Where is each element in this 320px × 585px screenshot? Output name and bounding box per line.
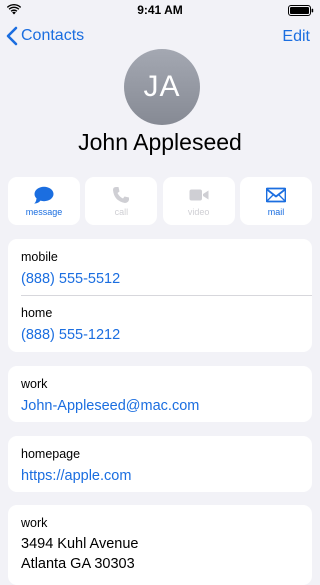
email-field: work John-Appleseed@mac.com: [8, 366, 312, 416]
edit-button[interactable]: Edit: [282, 28, 310, 46]
email-link[interactable]: John-Appleseed@mac.com: [21, 396, 300, 416]
back-button[interactable]: Contacts: [6, 26, 84, 46]
mail-action-button[interactable]: mail: [239, 177, 312, 225]
homepage-field: homepage https://apple.com: [8, 436, 312, 486]
address-field: work 3494 Kuhl Avenue Atlanta GA 30303: [8, 505, 312, 574]
video-action-button[interactable]: video: [162, 177, 235, 225]
back-button-label: Contacts: [21, 27, 85, 44]
call-action-label: call: [114, 207, 129, 217]
phone-label: mobile: [21, 250, 58, 264]
message-action-label: message: [25, 207, 63, 217]
address-label: work: [21, 516, 48, 530]
email-card: work John-Appleseed@mac.com: [8, 366, 312, 422]
status-time: 9:41 AM: [137, 3, 183, 17]
address-card: work 3494 Kuhl Avenue Atlanta GA 30303: [8, 505, 312, 585]
mail-icon: [265, 187, 286, 203]
address-line-2[interactable]: Atlanta GA 30303: [21, 554, 300, 574]
divider: [21, 295, 312, 296]
avatar: JA: [124, 49, 200, 125]
call-action-button[interactable]: call: [85, 177, 158, 225]
video-icon: [189, 189, 209, 201]
phone-field-mobile: mobile (888) 555-5512: [8, 239, 312, 295]
homepage-card: homepage https://apple.com: [8, 436, 312, 492]
message-action-button[interactable]: message: [8, 177, 80, 225]
address-line-1[interactable]: 3494 Kuhl Avenue: [21, 534, 300, 554]
phones-card: mobile (888) 555-5512 home (888) 555-121…: [8, 239, 312, 352]
phone-label: home: [21, 306, 53, 320]
message-icon: [34, 186, 54, 204]
phone-number-link[interactable]: (888) 555-1212: [21, 325, 300, 345]
quick-actions: message call video mail: [8, 177, 312, 225]
phone-number-link[interactable]: (888) 555-5512: [21, 269, 300, 289]
video-action-label: video: [187, 207, 210, 217]
avatar-initials: JA: [143, 70, 181, 103]
homepage-link[interactable]: https://apple.com: [21, 466, 300, 486]
chevron-left-icon: [6, 26, 18, 46]
contact-name: John Appleseed: [78, 129, 242, 155]
mail-action-label: mail: [267, 207, 285, 217]
battery-icon: [288, 5, 314, 16]
phone-field-home: home (888) 555-1212: [8, 295, 312, 352]
status-bar: 9:41 AM: [0, 0, 320, 20]
phone-icon: [113, 187, 130, 203]
email-label: work: [21, 377, 48, 391]
homepage-label: homepage: [21, 447, 81, 461]
